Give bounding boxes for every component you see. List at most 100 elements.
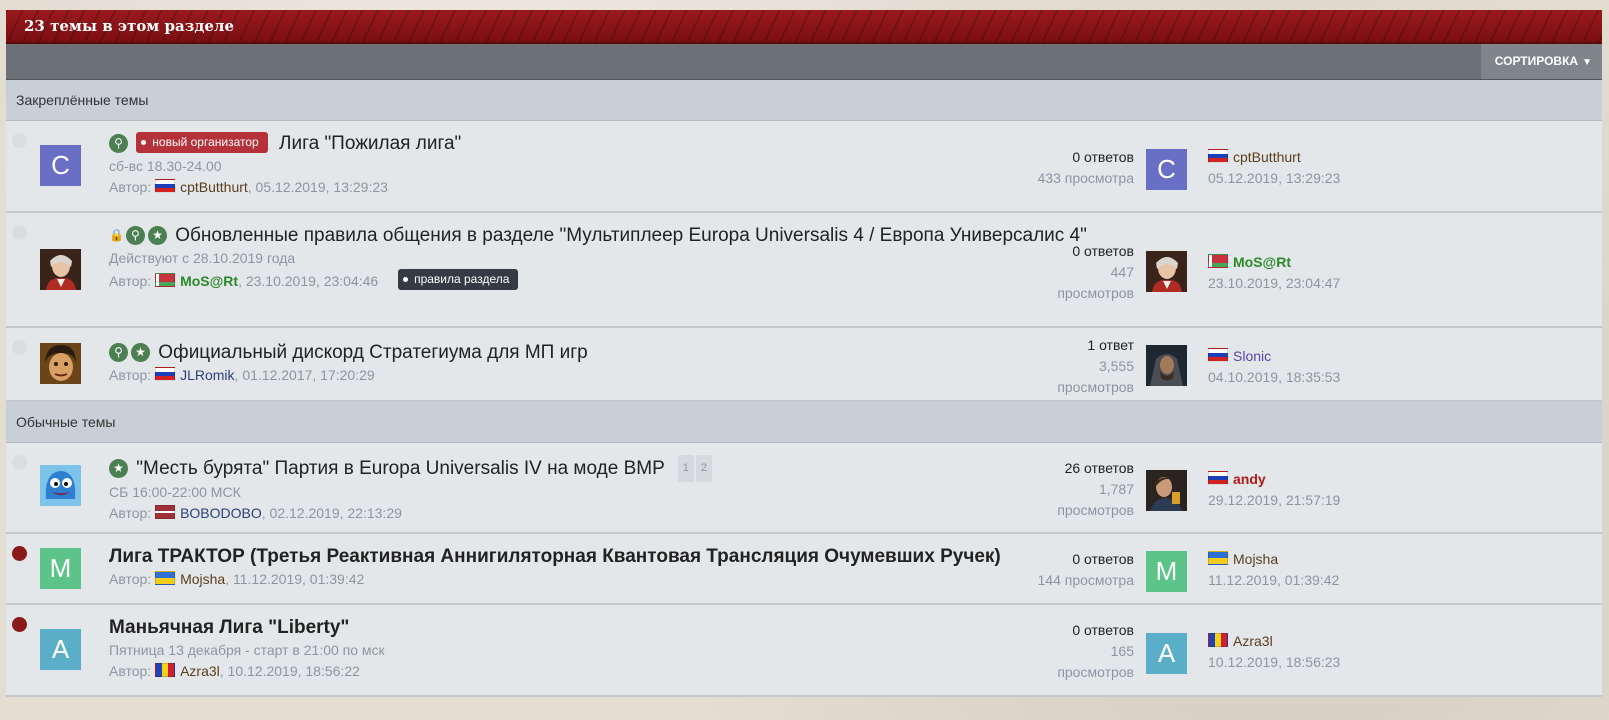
read-status-dot[interactable] — [12, 133, 27, 148]
last-poster-avatar[interactable]: C — [1146, 149, 1187, 190]
last-poster-link[interactable]: Mojsha — [1233, 551, 1278, 567]
topic-subtitle: Пятница 13 декабря - старт в 21:00 по мс… — [109, 642, 385, 658]
flag-lv-icon — [155, 505, 176, 519]
last-poster-avatar[interactable] — [1146, 251, 1187, 292]
avatar-portrait-icon — [40, 249, 81, 290]
reply-count: 0 ответов — [1072, 622, 1134, 638]
avatar-monster-icon — [40, 465, 81, 506]
topic-row: A Маньячная Лига "Liberty" Пятница 13 де… — [6, 605, 1602, 697]
view-count-unit: просмотров — [1057, 502, 1134, 518]
topic-date: , 01.12.2017, 17:20:29 — [234, 367, 375, 383]
view-count: 3,555 — [1098, 358, 1134, 374]
view-count: 447 — [1110, 264, 1134, 280]
avatar[interactable]: A — [40, 629, 81, 670]
caret-down-icon: ▼ — [1582, 57, 1592, 68]
avatar[interactable] — [40, 249, 81, 290]
pagination: 12 — [677, 453, 714, 482]
topic-title[interactable]: Лига "Пожилая лига" — [279, 133, 461, 154]
last-post-date[interactable]: 29.12.2019, 21:57:19 — [1208, 490, 1340, 511]
topic-subtitle: СБ 16:00-22:00 МСК — [109, 484, 241, 500]
topic-row: ⚲ ★ Официальный дискорд Стратегиума для М… — [6, 328, 1602, 402]
flag-ru-icon — [1208, 471, 1228, 485]
read-status-dot[interactable] — [12, 340, 27, 355]
avatar-warrior-icon — [1146, 345, 1187, 386]
topic-meta: Автор: Mojsha, 11.12.2019, 01:39:42 — [109, 569, 1122, 590]
view-count: 144 просмотра — [1037, 572, 1135, 588]
topic-title[interactable]: Официальный дискорд Стратегиума для МП и… — [158, 342, 587, 363]
flag-ru-icon — [155, 367, 176, 381]
unread-status-dot[interactable] — [12, 546, 27, 561]
flag-ru-icon — [1208, 348, 1228, 362]
author-link[interactable]: MoS@Rt — [180, 273, 238, 289]
read-status-dot[interactable] — [12, 225, 27, 240]
last-poster-link[interactable]: Azra3l — [1233, 633, 1273, 649]
topic-row: M Лига ТРАКТОР (Третья Реактивная Анниги… — [6, 534, 1602, 605]
avatar[interactable] — [40, 343, 81, 384]
sort-button[interactable]: СОРТИРОВКА ▼ — [1480, 44, 1602, 79]
avatar-portrait-icon — [1146, 251, 1187, 292]
topic-meta: Автор: BOBODOBO, 02.12.2019, 22:13:29 — [109, 503, 1122, 524]
last-poster-link[interactable]: andy — [1233, 471, 1266, 487]
topic-date: , 02.12.2019, 22:13:29 — [261, 505, 402, 521]
last-post-date[interactable]: 23.10.2019, 23:04:47 — [1208, 273, 1340, 294]
last-post-date[interactable]: 11.12.2019, 01:39:42 — [1208, 570, 1339, 591]
view-count-unit: просмотров — [1057, 285, 1134, 301]
author-prefix: Автор: — [109, 571, 152, 587]
last-poster-avatar[interactable] — [1146, 470, 1187, 511]
view-count: 165 — [1110, 643, 1134, 659]
author-link[interactable]: cptButthurt — [180, 179, 248, 195]
author-link[interactable]: Mojsha — [180, 571, 225, 587]
topic-meta: Автор: JLRomik, 01.12.2017, 17:20:29 — [109, 365, 1122, 386]
group-normal-label: Обычные темы — [6, 402, 1602, 443]
last-poster-avatar[interactable]: M — [1146, 551, 1187, 592]
topic-list: 23 темы в этом разделе СОРТИРОВКА ▼ Закре… — [6, 10, 1602, 697]
topic-title[interactable]: Лига ТРАКТОР (Третья Реактивная Аннигиля… — [109, 544, 1122, 569]
last-poster-avatar[interactable]: A — [1146, 633, 1187, 674]
topic-tag[interactable]: новый организатор — [136, 132, 268, 153]
star-icon: ★ — [109, 459, 128, 478]
author-link[interactable]: JLRomik — [180, 367, 234, 383]
topic-subtitle: сб-вс 18.30-24.00 — [109, 158, 222, 174]
avatar-man-icon — [1146, 470, 1187, 511]
topic-row: ★ "Месть бурята" Партия в Europa Univers… — [6, 443, 1602, 534]
pin-icon: ⚲ — [109, 134, 128, 153]
topic-title[interactable]: "Месть бурята" Партия в Europa Universal… — [136, 458, 664, 479]
page-link[interactable]: 2 — [695, 455, 712, 482]
topic-title[interactable]: Обновленные правила общения в разделе "М… — [175, 225, 1087, 246]
last-post-date[interactable]: 04.10.2019, 18:35:53 — [1208, 367, 1340, 388]
avatar[interactable]: C — [40, 145, 81, 186]
topic-row: 🔒 ⚲ ★ Обновленные правила общения в раздел… — [6, 213, 1602, 328]
author-link[interactable]: Azra3l — [180, 663, 220, 679]
page-link[interactable]: 1 — [677, 455, 694, 482]
last-poster-link[interactable]: cptButthurt — [1233, 149, 1301, 165]
last-poster-avatar[interactable] — [1146, 345, 1187, 386]
avatar[interactable] — [40, 465, 81, 506]
reply-count: 0 ответов — [1072, 149, 1134, 165]
avatar-portrait-icon — [40, 343, 81, 384]
topic-row: C ⚲ новый организатор Лига "Пожилая лига… — [6, 121, 1602, 213]
topic-date: , 10.12.2019, 18:56:22 — [219, 663, 360, 679]
topic-title[interactable]: Маньячная Лига "Liberty" — [109, 615, 1122, 640]
last-poster-link[interactable]: MoS@Rt — [1233, 254, 1291, 270]
avatar[interactable]: M — [40, 548, 81, 589]
flag-ru-icon — [155, 179, 176, 193]
last-post-date[interactable]: 10.12.2019, 18:56:23 — [1208, 652, 1340, 673]
last-post-date[interactable]: 05.12.2019, 13:29:23 — [1208, 168, 1340, 189]
view-count: 433 просмотра — [1037, 170, 1135, 186]
author-link[interactable]: BOBODOBO — [180, 505, 262, 521]
topic-meta: Автор: cptButthurt, 05.12.2019, 13:29:23 — [109, 177, 1122, 198]
unread-status-dot[interactable] — [12, 617, 27, 632]
last-poster-link[interactable]: Slonic — [1233, 348, 1271, 364]
view-count-unit: просмотров — [1057, 664, 1134, 680]
flag-ua-icon — [155, 571, 176, 585]
topic-tag[interactable]: правила раздела — [398, 269, 519, 290]
reply-count: 0 ответов — [1072, 551, 1134, 567]
author-prefix: Автор: — [109, 179, 152, 195]
toolbar: СОРТИРОВКА ▼ — [6, 44, 1602, 80]
read-status-dot[interactable] — [12, 455, 27, 470]
flag-md-icon — [1208, 633, 1228, 647]
lock-icon: 🔒 — [109, 228, 124, 242]
flag-ua-icon — [1208, 551, 1228, 565]
topic-meta: Автор: Azra3l, 10.12.2019, 18:56:22 — [109, 661, 1122, 682]
topic-date: , 05.12.2019, 13:29:23 — [247, 179, 388, 195]
